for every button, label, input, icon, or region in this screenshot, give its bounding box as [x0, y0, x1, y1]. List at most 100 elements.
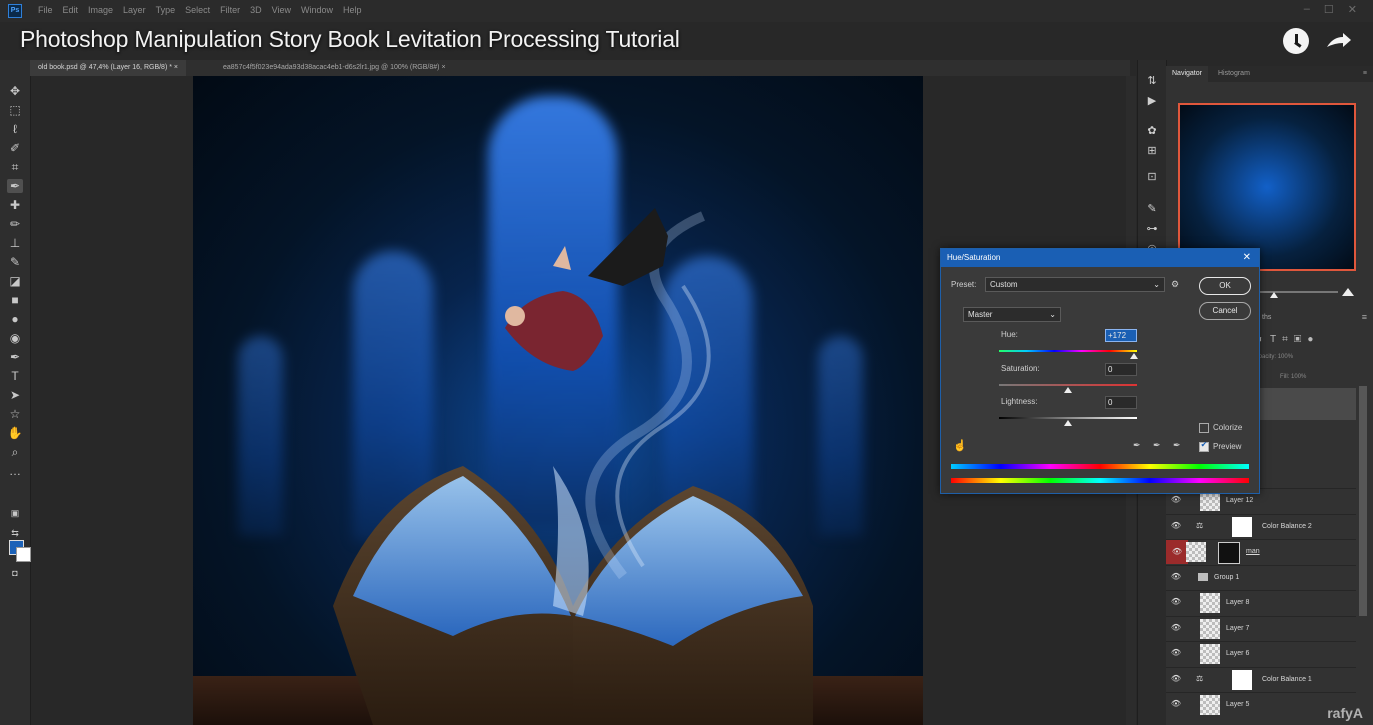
layer-row[interactable]: 👁 man	[1166, 539, 1356, 564]
zoom-in-icon[interactable]	[1342, 288, 1354, 296]
gradient-tool-icon[interactable]: ■	[7, 293, 23, 307]
layer-row[interactable]: 👁 Layer 6	[1166, 641, 1356, 666]
quick-mask-icon[interactable]: ◘	[7, 566, 23, 580]
hand-tool-icon[interactable]: ✋	[7, 426, 23, 440]
visibility-eye-icon[interactable]: 👁	[1170, 622, 1182, 634]
zoom-tool-icon[interactable]: ⌕	[7, 445, 23, 459]
share-icon[interactable]	[1323, 31, 1353, 51]
eyedropper-icon[interactable]: ✒	[1133, 440, 1141, 451]
color-palette-icon[interactable]: ✿	[1145, 124, 1159, 138]
menu-item-window[interactable]: Window	[301, 5, 333, 15]
layer-row[interactable]: 👁 Layer 7	[1166, 615, 1356, 641]
visibility-eye-icon[interactable]: 👁	[1170, 520, 1182, 532]
menu-item-select[interactable]: Select	[185, 5, 210, 15]
cancel-button[interactable]: Cancel	[1199, 302, 1251, 320]
dodge-tool-icon[interactable]: ◉	[7, 331, 23, 345]
healing-tool-icon[interactable]: ✚	[7, 198, 23, 212]
visibility-eye-icon[interactable]: 👁	[1170, 673, 1182, 685]
path-select-tool-icon[interactable]: ➤	[7, 388, 23, 402]
tab-old-book[interactable]: old book.psd @ 47,4% (Layer 16, RGB/8) *…	[30, 60, 187, 76]
layers-scrollbar[interactable]	[1359, 386, 1367, 616]
history-icon[interactable]: ⇅	[1145, 74, 1159, 88]
watch-later-icon[interactable]	[1283, 28, 1309, 54]
crop-tool-icon[interactable]: ⌗	[7, 160, 23, 174]
move-tool-icon[interactable]: ✥	[7, 84, 23, 98]
screen-mode-icon[interactable]: ▣	[7, 506, 23, 520]
eyedropper-add-icon[interactable]: ✒	[1153, 440, 1161, 451]
layer-row[interactable]: 👁 ⚖ Color Balance 2	[1166, 513, 1356, 539]
layer-thumbnail[interactable]	[1200, 618, 1220, 639]
visibility-eye-icon[interactable]: 👁	[1170, 698, 1182, 710]
layers-panel-menu-icon[interactable]: ≡	[1362, 312, 1367, 322]
zoom-slider-knob[interactable]	[1270, 292, 1278, 298]
background-color-swatch[interactable]	[16, 547, 31, 562]
menu-item-filter[interactable]: Filter	[220, 5, 240, 15]
lightness-value-input[interactable]: 0	[1105, 396, 1137, 409]
clone-stamp-tool-icon[interactable]: ⊥	[7, 236, 23, 250]
pen-tool-icon[interactable]: ✒	[7, 350, 23, 364]
preset-select[interactable]: Custom ⌄	[985, 277, 1165, 292]
fill-value[interactable]: 100%	[1291, 374, 1306, 380]
minimize-button[interactable]: –	[1304, 3, 1310, 16]
panel-menu-icon[interactable]: ≡	[1357, 66, 1373, 82]
history-brush-tool-icon[interactable]: ✎	[7, 255, 23, 269]
restore-button[interactable]: ☐	[1324, 3, 1334, 16]
saturation-value-input[interactable]: 0	[1105, 363, 1137, 376]
hue-slider-track[interactable]	[999, 350, 1137, 352]
menu-item-image[interactable]: Image	[88, 5, 113, 15]
swap-colors-icon[interactable]: ⇆	[7, 526, 23, 540]
layer-row[interactable]: 👁 Group 1	[1166, 564, 1356, 590]
layer-thumbnail[interactable]	[1200, 593, 1220, 613]
menu-item-type[interactable]: Type	[156, 5, 176, 15]
saturation-slider-knob[interactable]	[1064, 387, 1072, 393]
layer-thumbnail[interactable]	[1200, 644, 1220, 664]
visibility-eye-icon[interactable]: 👁	[1170, 596, 1182, 608]
brush-settings-icon[interactable]: ✎	[1145, 202, 1159, 216]
visibility-eye-icon[interactable]: 👁	[1166, 540, 1188, 564]
visibility-eye-icon[interactable]: 👁	[1170, 571, 1182, 583]
colorize-checkbox[interactable]	[1199, 423, 1209, 433]
layer-filter-icons[interactable]: ◐T⌗▣●	[1258, 334, 1319, 345]
type-tool-icon[interactable]: T	[7, 369, 23, 383]
layer-thumbnail[interactable]	[1186, 542, 1206, 562]
more-tools-icon[interactable]: …	[7, 464, 23, 478]
close-window-button[interactable]: ✕	[1348, 3, 1357, 16]
swatches-grid-icon[interactable]: ⊞	[1145, 144, 1159, 158]
adjustments-icon[interactable]: ⊶	[1145, 222, 1159, 236]
layer-thumbnail[interactable]	[1200, 695, 1220, 715]
layer-row[interactable]: 👁 Layer 8	[1166, 590, 1356, 615]
layer-mask-thumbnail[interactable]	[1218, 542, 1240, 564]
quick-select-tool-icon[interactable]: ✐	[7, 141, 23, 155]
marquee-tool-icon[interactable]: ⬚	[7, 103, 23, 117]
layer-mask-thumbnail[interactable]	[1232, 669, 1252, 690]
actions-play-icon[interactable]: ▶	[1145, 94, 1159, 108]
tab-histogram[interactable]: Histogram	[1212, 66, 1256, 82]
visibility-eye-icon[interactable]: 👁	[1170, 647, 1182, 659]
menu-item-help[interactable]: Help	[343, 5, 362, 15]
document-canvas[interactable]	[193, 76, 923, 725]
blur-tool-icon[interactable]: ●	[7, 312, 23, 326]
gear-icon[interactable]: ⚙	[1171, 279, 1179, 290]
ok-button[interactable]: OK	[1199, 277, 1251, 295]
tab-close-icon[interactable]: ×	[441, 64, 445, 71]
menu-item-layer[interactable]: Layer	[123, 5, 146, 15]
channel-select[interactable]: Master ⌄	[963, 307, 1061, 322]
tab-close-icon[interactable]: ×	[174, 64, 178, 71]
saturation-slider-track[interactable]	[999, 384, 1137, 386]
brush-tool-icon[interactable]: ✏	[7, 217, 23, 231]
targeted-adjustment-hand-icon[interactable]: ☝	[953, 439, 967, 452]
shape-tool-icon[interactable]: ☆	[7, 407, 23, 421]
dialog-close-button[interactable]: ✕	[1243, 249, 1251, 267]
menu-item-view[interactable]: View	[272, 5, 291, 15]
tab-reference-jpg[interactable]: ea857c4f5f023e94ada93d38acac4eb1-d6s2lr1…	[215, 60, 454, 76]
hue-value-input[interactable]: +172	[1105, 329, 1137, 342]
lightness-slider-track[interactable]	[999, 417, 1137, 419]
layer-row[interactable]: 👁 ⚖ Color Balance 1	[1166, 666, 1356, 692]
lightness-slider-knob[interactable]	[1064, 420, 1072, 426]
eraser-tool-icon[interactable]: ◪	[7, 274, 23, 288]
layer-thumbnail[interactable]	[1200, 491, 1220, 511]
libraries-icon[interactable]: ⊡	[1145, 170, 1159, 184]
opacity-value[interactable]: 100%	[1278, 354, 1293, 360]
layer-mask-thumbnail[interactable]	[1232, 516, 1252, 537]
navigator-preview[interactable]	[1178, 103, 1356, 271]
